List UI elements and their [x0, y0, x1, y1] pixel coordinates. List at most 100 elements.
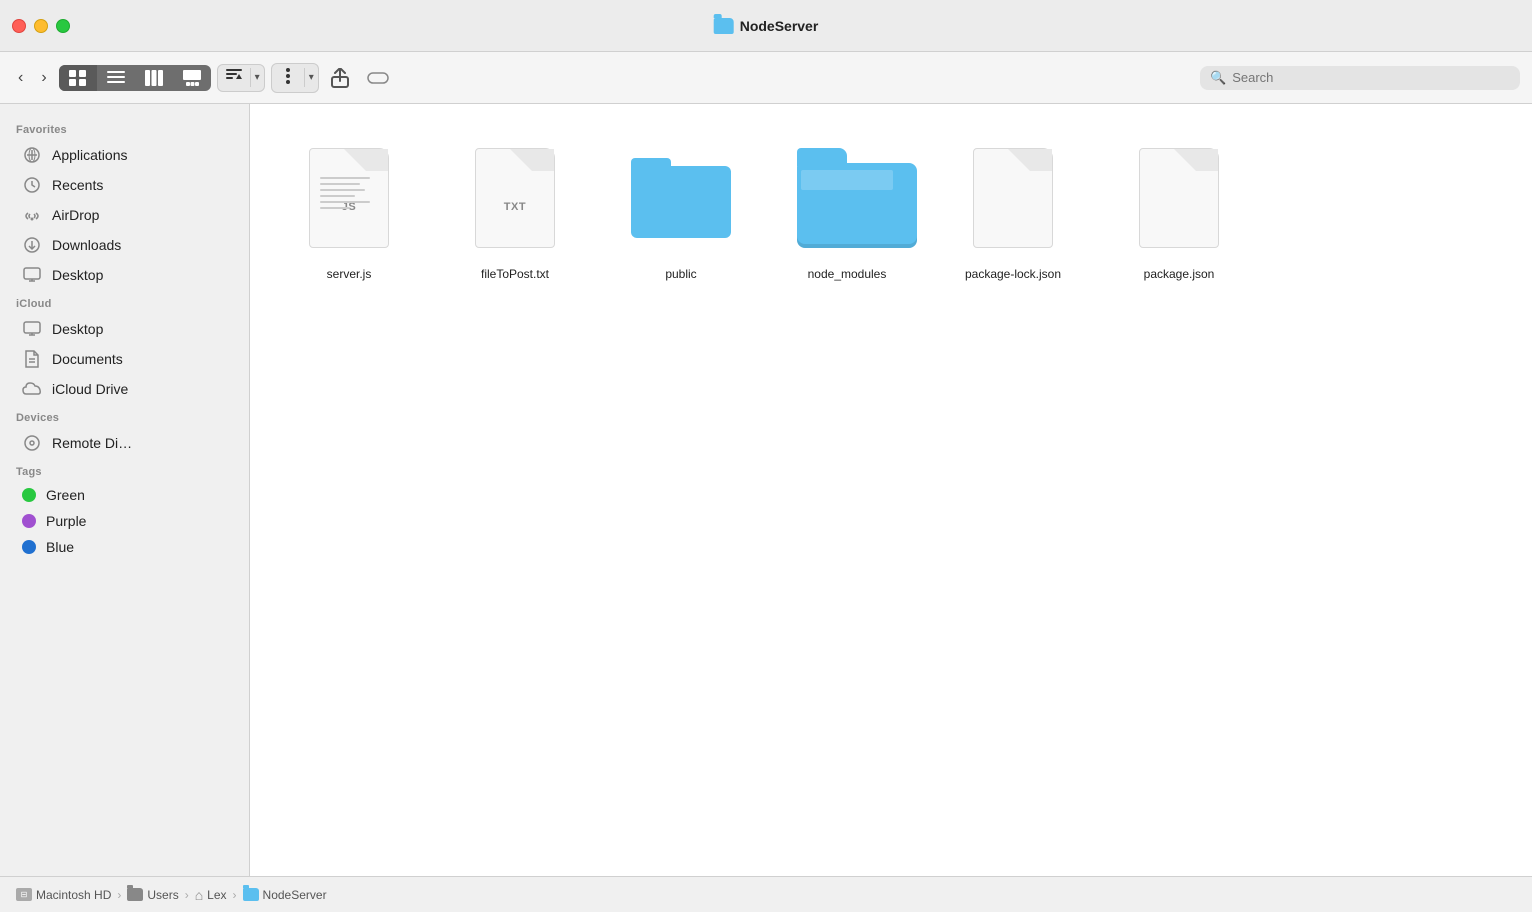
filetopost-icon-wrap: TXT	[465, 138, 565, 258]
icloud-documents-label: Documents	[52, 351, 123, 367]
sidebar-item-tag-blue[interactable]: Blue	[6, 534, 243, 560]
file-item-package-lock[interactable]: package-lock.json	[938, 128, 1088, 348]
tags-section-title: Tags	[0, 458, 249, 482]
share-button[interactable]	[325, 64, 355, 92]
breadcrumb-macintosh-hd[interactable]: ⊟ Macintosh HD	[16, 888, 111, 902]
toolbar: ‹ › ▾ ▾	[0, 52, 1532, 104]
sidebar-item-remote-disk[interactable]: Remote Di…	[6, 428, 243, 458]
breadcrumb-sep-2: ›	[185, 888, 189, 902]
breadcrumb-nodeserver-label: NodeServer	[263, 888, 327, 902]
breadcrumb-hd-label: Macintosh HD	[36, 888, 111, 902]
nodeserver-folder-icon	[243, 888, 259, 901]
airdrop-label: AirDrop	[52, 207, 99, 223]
filetopost-doc-icon: TXT	[475, 148, 555, 248]
tag-button[interactable]	[361, 66, 395, 90]
icloud-drive-icon	[22, 379, 42, 399]
view-columns-button[interactable]	[135, 65, 173, 91]
window-title: NodeServer	[740, 18, 819, 34]
action-button[interactable]	[272, 64, 304, 92]
purple-tag-dot	[22, 514, 36, 528]
minimize-button[interactable]	[34, 19, 48, 33]
airdrop-icon	[22, 205, 42, 225]
public-folder-icon	[631, 158, 731, 238]
breadcrumb-users[interactable]: Users	[127, 888, 178, 902]
txt-badge: TXT	[504, 201, 526, 213]
action-dropdown-arrow[interactable]: ▾	[304, 68, 318, 87]
node-modules-folder-icon	[797, 148, 897, 248]
search-input[interactable]	[1232, 70, 1510, 85]
sidebar-item-icloud-desktop[interactable]: Desktop	[6, 314, 243, 344]
sort-button[interactable]	[218, 65, 250, 91]
desktop-icon	[22, 265, 42, 285]
package-lock-doc-icon	[973, 148, 1053, 248]
favorites-section-title: Favorites	[0, 116, 249, 140]
breadcrumb-users-label: Users	[147, 888, 178, 902]
filetopost-label: fileToPost.txt	[481, 266, 549, 283]
sidebar-item-icloud-drive[interactable]: iCloud Drive	[6, 374, 243, 404]
sidebar-item-tag-green[interactable]: Green	[6, 482, 243, 508]
documents-icon	[22, 349, 42, 369]
breadcrumb-sep-3: ›	[233, 888, 237, 902]
file-item-node-modules[interactable]: node_modules	[772, 128, 922, 348]
back-button[interactable]: ‹	[12, 65, 29, 91]
home-icon: ⌂	[195, 887, 203, 903]
breadcrumb-nodeserver[interactable]: NodeServer	[243, 888, 327, 902]
node-modules-label: node_modules	[808, 266, 887, 283]
traffic-lights	[12, 19, 70, 33]
package-lock-icon-wrap	[963, 138, 1063, 258]
titlebar: NodeServer	[0, 0, 1532, 52]
hd-icon: ⊟	[16, 888, 32, 901]
package-json-icon-wrap	[1129, 138, 1229, 258]
disk-icon	[22, 433, 42, 453]
green-tag-dot	[22, 488, 36, 502]
main: Favorites Applications Recents	[0, 104, 1532, 876]
icloud-section-title: iCloud	[0, 290, 249, 314]
action-dropdown[interactable]: ▾	[271, 63, 319, 93]
doc-lines	[320, 177, 375, 213]
sidebar-item-tag-purple[interactable]: Purple	[6, 508, 243, 534]
file-content: JS server.js TXT fileToPost.txt public	[250, 104, 1532, 876]
close-button[interactable]	[12, 19, 26, 33]
purple-tag-label: Purple	[46, 513, 86, 529]
applications-icon	[22, 145, 42, 165]
sidebar-item-desktop[interactable]: Desktop	[6, 260, 243, 290]
remote-disk-label: Remote Di…	[52, 435, 132, 451]
breadcrumb-lex-label: Lex	[207, 888, 226, 902]
breadcrumb-sep-1: ›	[117, 888, 121, 902]
package-json-label: package.json	[1144, 266, 1215, 283]
statusbar: ⊟ Macintosh HD › Users › ⌂ Lex › NodeSer…	[0, 876, 1532, 912]
blue-tag-dot	[22, 540, 36, 554]
file-item-server-js[interactable]: JS server.js	[274, 128, 424, 348]
icloud-drive-label: iCloud Drive	[52, 381, 128, 397]
blue-tag-label: Blue	[46, 539, 74, 555]
search-icon: 🔍	[1210, 70, 1226, 86]
sidebar-item-icloud-documents[interactable]: Documents	[6, 344, 243, 374]
public-icon-wrap	[631, 138, 731, 258]
downloads-icon	[22, 235, 42, 255]
sort-dropdown-arrow[interactable]: ▾	[250, 68, 264, 87]
package-json-doc-icon	[1139, 148, 1219, 248]
sidebar-item-airdrop[interactable]: AirDrop	[6, 200, 243, 230]
view-icon-button[interactable]	[59, 65, 97, 91]
icloud-desktop-icon	[22, 319, 42, 339]
users-folder-icon	[127, 888, 143, 901]
forward-button[interactable]: ›	[35, 65, 52, 91]
file-item-filetopst-txt[interactable]: TXT fileToPost.txt	[440, 128, 590, 348]
titlebar-folder-icon	[714, 18, 734, 34]
view-list-button[interactable]	[97, 65, 135, 91]
sidebar-item-recents[interactable]: Recents	[6, 170, 243, 200]
view-gallery-button[interactable]	[173, 65, 211, 91]
sidebar-item-downloads[interactable]: Downloads	[6, 230, 243, 260]
green-tag-label: Green	[46, 487, 85, 503]
file-item-public[interactable]: public	[606, 128, 756, 348]
search-bar[interactable]: 🔍	[1200, 66, 1520, 90]
sort-dropdown[interactable]: ▾	[217, 64, 265, 92]
server-js-icon-wrap: JS	[299, 138, 399, 258]
file-item-package-json[interactable]: package.json	[1104, 128, 1254, 348]
desktop-label: Desktop	[52, 267, 103, 283]
titlebar-center: NodeServer	[714, 18, 819, 34]
breadcrumb-lex[interactable]: ⌂ Lex	[195, 887, 227, 903]
devices-section-title: Devices	[0, 404, 249, 428]
maximize-button[interactable]	[56, 19, 70, 33]
sidebar-item-applications[interactable]: Applications	[6, 140, 243, 170]
